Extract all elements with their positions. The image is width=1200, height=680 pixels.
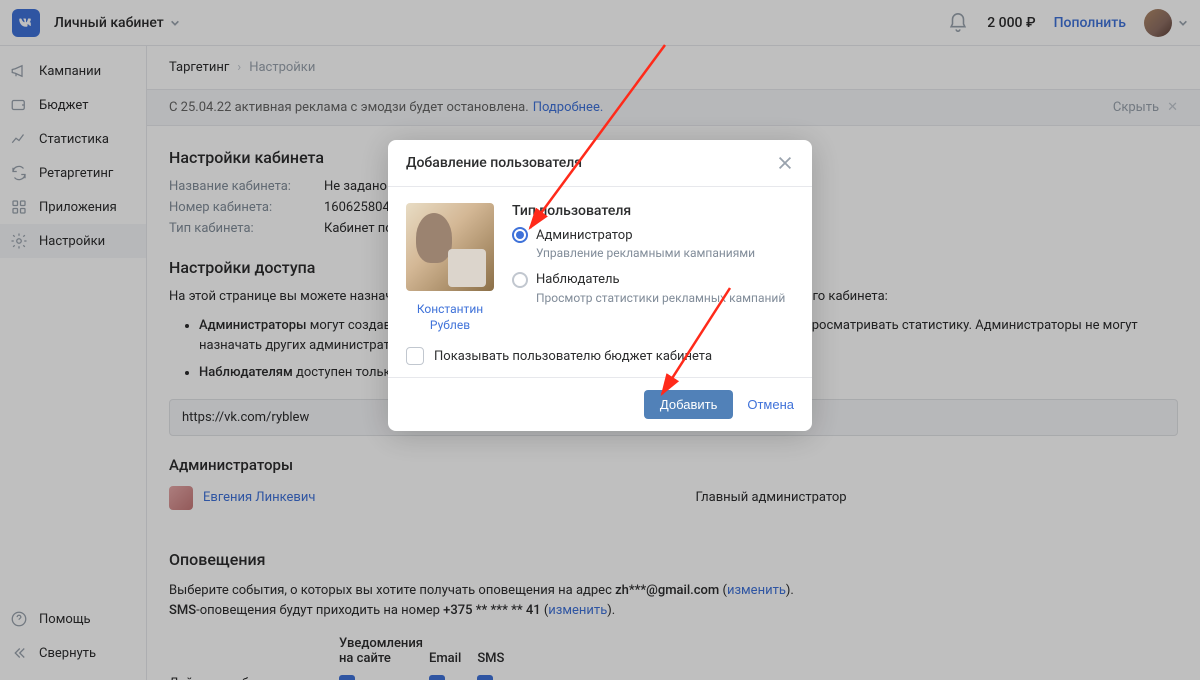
- cancel-button[interactable]: Отмена: [747, 397, 794, 412]
- add-user-modal: Добавление пользователя Константин Рубле…: [388, 140, 812, 431]
- radio-sub: Управление рекламными кампаниями: [536, 245, 794, 262]
- add-button[interactable]: Добавить: [644, 390, 733, 419]
- user-type-title: Тип пользователя: [512, 203, 794, 219]
- radio-observer[interactable]: Наблюдатель: [512, 272, 794, 288]
- radio-admin[interactable]: Администратор: [512, 227, 794, 243]
- show-budget-checkbox[interactable]: Показывать пользователю бюджет кабинета: [406, 345, 794, 365]
- checkbox-label: Показывать пользователю бюджет кабинета: [434, 349, 712, 364]
- close-icon[interactable]: [776, 154, 794, 172]
- radio-icon: [512, 227, 528, 243]
- modal-header: Добавление пользователя: [388, 140, 812, 187]
- radio-label: Администратор: [536, 228, 633, 243]
- modal-user-card: Константин Рублев: [406, 203, 494, 333]
- radio-sub: Просмотр статистики рекламных кампаний: [536, 290, 794, 307]
- checkbox-icon: [406, 347, 424, 365]
- modal-user-name[interactable]: Константин Рублев: [406, 301, 494, 333]
- modal-footer: Добавить Отмена: [388, 377, 812, 431]
- modal-title: Добавление пользователя: [406, 155, 582, 171]
- user-photo: [406, 203, 494, 291]
- radio-label: Наблюдатель: [536, 272, 620, 287]
- radio-icon: [512, 272, 528, 288]
